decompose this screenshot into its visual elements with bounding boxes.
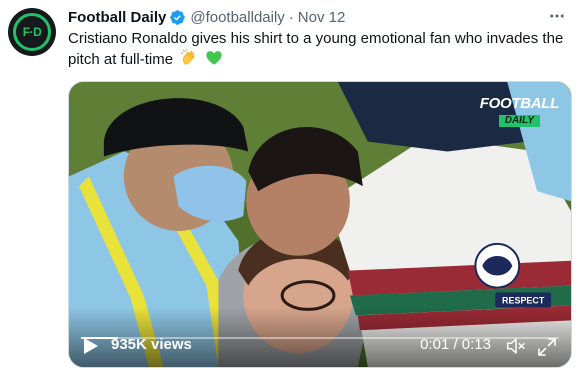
tweet-header: Football Daily @footballdaily · Nov 12: [68, 7, 345, 27]
more-dots-glyph: [550, 14, 564, 18]
tweet-body: Cristiano Ronaldo gives his shirt to a y…: [68, 30, 564, 68]
fullscreen-icon[interactable]: [537, 337, 557, 357]
avatar[interactable]: F·D: [8, 8, 56, 56]
video-player[interactable]: RESPECT FOOTBALL DAILY 935K views 0:01 /…: [68, 81, 572, 368]
video-timecode: 0:01 / 0:13: [420, 336, 491, 353]
speaker-muted-icon[interactable]: [505, 335, 527, 357]
tweet-date[interactable]: Nov 12: [298, 9, 346, 26]
handle[interactable]: @footballdaily: [190, 9, 284, 26]
more-dots-icon[interactable]: [546, 6, 568, 26]
verified-badge-icon: [170, 9, 186, 25]
play-icon[interactable]: [83, 337, 99, 355]
clapping-hands-icon: [181, 49, 195, 65]
watermark-top: FOOTBALL: [479, 95, 560, 112]
video-controls: 935K views 0:01 / 0:13: [69, 307, 571, 367]
shirt-print-text: RESPECT: [502, 295, 545, 305]
football-daily-watermark: FOOTBALL DAILY: [480, 96, 559, 127]
watermark-bottom: DAILY: [498, 115, 540, 127]
display-name[interactable]: Football Daily: [68, 9, 166, 26]
tweet-text: Cristiano Ronaldo gives his shirt to a y…: [68, 29, 568, 70]
green-heart-icon: [206, 51, 223, 65]
view-count: 935K views: [111, 336, 192, 353]
separator-dot: ·: [288, 8, 294, 26]
avatar-logo-ring: F·D: [13, 13, 51, 51]
avatar-logo-text: F·D: [22, 25, 42, 39]
tweet-card[interactable]: F·D Football Daily @footballdaily · Nov …: [0, 0, 580, 370]
